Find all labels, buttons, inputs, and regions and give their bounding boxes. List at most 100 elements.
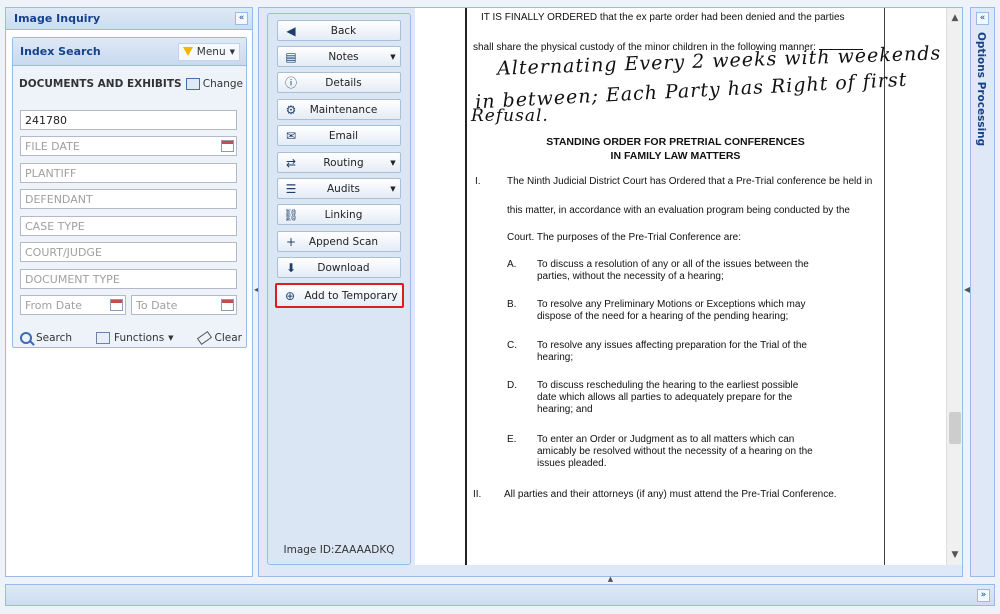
append-scan-button[interactable]: + Append Scan	[277, 231, 401, 252]
audits-label: Audits	[326, 182, 360, 195]
section-1-line-1: The Ninth Judicial District Court has Or…	[507, 176, 873, 187]
item-e-line-3: issues pleaded.	[537, 458, 607, 469]
change-label: Change	[202, 78, 243, 90]
change-button[interactable]: Change	[185, 78, 243, 90]
panel-title: Image Inquiry	[14, 12, 101, 25]
item-e-line-1: To enter an Order or Judgment as to all …	[537, 434, 795, 445]
chevron-down-icon: ▼	[390, 184, 396, 193]
back-label: Back	[330, 24, 357, 37]
file-date-input[interactable]: FILE DATE	[20, 136, 237, 156]
options-processing-panel: « Options Processing	[970, 7, 995, 577]
linking-label: Linking	[324, 208, 363, 221]
split-handle-bottom[interactable]: ▲	[258, 576, 963, 583]
heading-2: IN FAMILY LAW MATTERS	[610, 150, 741, 162]
image-viewer: ◀ Back ▤ Notes ▼ ⓘ Details ⚙ Maintenance…	[258, 7, 963, 577]
document-type-row: DOCUMENTS AND EXHIBITS Change	[13, 75, 246, 93]
scroll-up-icon[interactable]: ▲	[947, 10, 963, 26]
functions-button[interactable]: Functions ▼	[96, 332, 174, 344]
functions-icon	[96, 332, 111, 344]
item-c-line-1: To resolve any issues affecting preparat…	[537, 340, 807, 351]
clear-label: Clear	[214, 332, 242, 344]
collapse-left-button[interactable]: «	[235, 12, 248, 25]
item-c-letter: C.	[507, 340, 517, 351]
info-icon: ⓘ	[284, 76, 297, 90]
expand-right-button[interactable]: «	[976, 12, 989, 25]
from-date-input[interactable]: From Date	[20, 295, 126, 315]
maintenance-label: Maintenance	[309, 103, 378, 116]
plantiff-input[interactable]: PLANTIFF	[20, 163, 237, 183]
email-icon: ✉	[285, 128, 297, 143]
download-icon: ⬇	[285, 260, 297, 275]
to-date-placeholder: To Date	[136, 299, 178, 312]
linking-button[interactable]: ⛓ Linking	[277, 204, 401, 225]
section-2-number: II.	[473, 489, 482, 500]
email-label: Email	[328, 129, 359, 142]
documents-label: DOCUMENTS AND EXHIBITS	[19, 78, 182, 90]
link-icon: ⛓	[283, 207, 299, 222]
calendar-icon[interactable]	[221, 140, 234, 152]
search-label: Search	[36, 332, 73, 344]
item-d-line-2: date which allows all parties to adequat…	[537, 392, 793, 403]
add-to-temporary-button[interactable]: ⊕ Add to Temporary	[275, 283, 404, 308]
download-button[interactable]: ⬇ Download	[277, 257, 401, 278]
chevron-down-icon: ▼	[390, 52, 396, 61]
bottom-panel-bar: »	[5, 584, 995, 606]
append-scan-icon: +	[285, 234, 297, 249]
heading-1: STANDING ORDER FOR PRETRIAL CONFERENCES	[546, 136, 805, 148]
defendant-input[interactable]: DEFENDANT	[20, 189, 237, 209]
notes-icon: ▤	[285, 49, 297, 64]
chevron-down-icon: ▼	[168, 334, 174, 342]
calendar-icon[interactable]	[221, 299, 234, 311]
calendar-icon[interactable]	[110, 299, 123, 311]
item-b-line-1: To resolve any Preliminary Motions or Ex…	[537, 299, 806, 310]
back-arrow-icon: ◀	[286, 23, 296, 38]
add-to-temporary-label: Add to Temporary	[304, 289, 398, 302]
add-circle-icon: ⊕	[284, 288, 296, 303]
audits-icon: ☰	[285, 181, 297, 196]
details-button[interactable]: ⓘ Details	[277, 72, 401, 93]
audits-button[interactable]: ☰ Audits ▼	[277, 178, 401, 199]
order-line-1: IT IS FINALLY ORDERED that the ex parte …	[481, 12, 845, 23]
file-date-placeholder: FILE DATE	[25, 140, 80, 153]
item-a-letter: A.	[507, 259, 517, 270]
email-button[interactable]: ✉ Email	[277, 125, 401, 146]
menu-button[interactable]: Menu ▼	[177, 42, 240, 61]
section-1-line-3: Court. The purposes of the Pre-Trial Con…	[507, 232, 742, 243]
back-button[interactable]: ◀ Back	[277, 20, 401, 41]
scroll-thumb[interactable]	[949, 412, 961, 444]
case-type-input[interactable]: CASE TYPE	[20, 216, 237, 236]
search-button[interactable]: Search	[20, 332, 72, 344]
section-1-line-2: this matter, in accordance with an evalu…	[507, 205, 850, 216]
item-b-letter: B.	[507, 299, 517, 310]
item-e-line-2: amicably be resolved without the necessi…	[537, 446, 813, 457]
routing-label: Routing	[323, 156, 364, 169]
chevron-down-icon: ▼	[390, 158, 396, 167]
image-inquiry-panel: Image Inquiry « Index Search Menu ▼ DOCU…	[5, 7, 253, 577]
to-date-input[interactable]: To Date	[131, 295, 237, 315]
court-judge-input[interactable]: COURT/JUDGE	[20, 242, 237, 262]
options-processing-title[interactable]: Options Processing	[975, 32, 987, 146]
image-id: Image ID:ZAAAADKQ	[283, 544, 395, 556]
chevron-down-icon: ▼	[229, 47, 235, 56]
item-d-line-1: To discuss rescheduling the hearing to t…	[537, 380, 799, 391]
scroll-down-icon[interactable]: ▼	[947, 547, 963, 563]
item-d-line-3: hearing; and	[537, 404, 593, 415]
append-scan-label: Append Scan	[308, 235, 379, 248]
notes-button[interactable]: ▤ Notes ▼	[277, 46, 401, 67]
image-inquiry-header: Image Inquiry «	[6, 8, 252, 30]
search-toolbar: Search Functions ▼ Clear	[20, 330, 242, 346]
filter-icon	[182, 47, 193, 56]
routing-button[interactable]: ⇄ Routing ▼	[277, 152, 401, 173]
item-b-line-2: dispose of the need for a hearing of the…	[537, 311, 789, 322]
index-search-title: Index Search	[20, 45, 101, 58]
handwriting-line-3: Refusal.	[471, 106, 549, 126]
maintenance-button[interactable]: ⚙ Maintenance	[277, 99, 401, 120]
notes-label: Notes	[328, 50, 359, 63]
clear-button[interactable]: Clear	[196, 330, 242, 346]
case-number-input[interactable]: 241780	[20, 110, 237, 130]
expand-bottom-button[interactable]: »	[977, 589, 990, 602]
document-scrollbar[interactable]: ▲ ▼	[946, 8, 962, 565]
document-type-input[interactable]: DOCUMENT TYPE	[20, 269, 237, 289]
document-image: IT IS FINALLY ORDERED that the ex parte …	[415, 8, 946, 565]
search-icon	[20, 332, 32, 344]
